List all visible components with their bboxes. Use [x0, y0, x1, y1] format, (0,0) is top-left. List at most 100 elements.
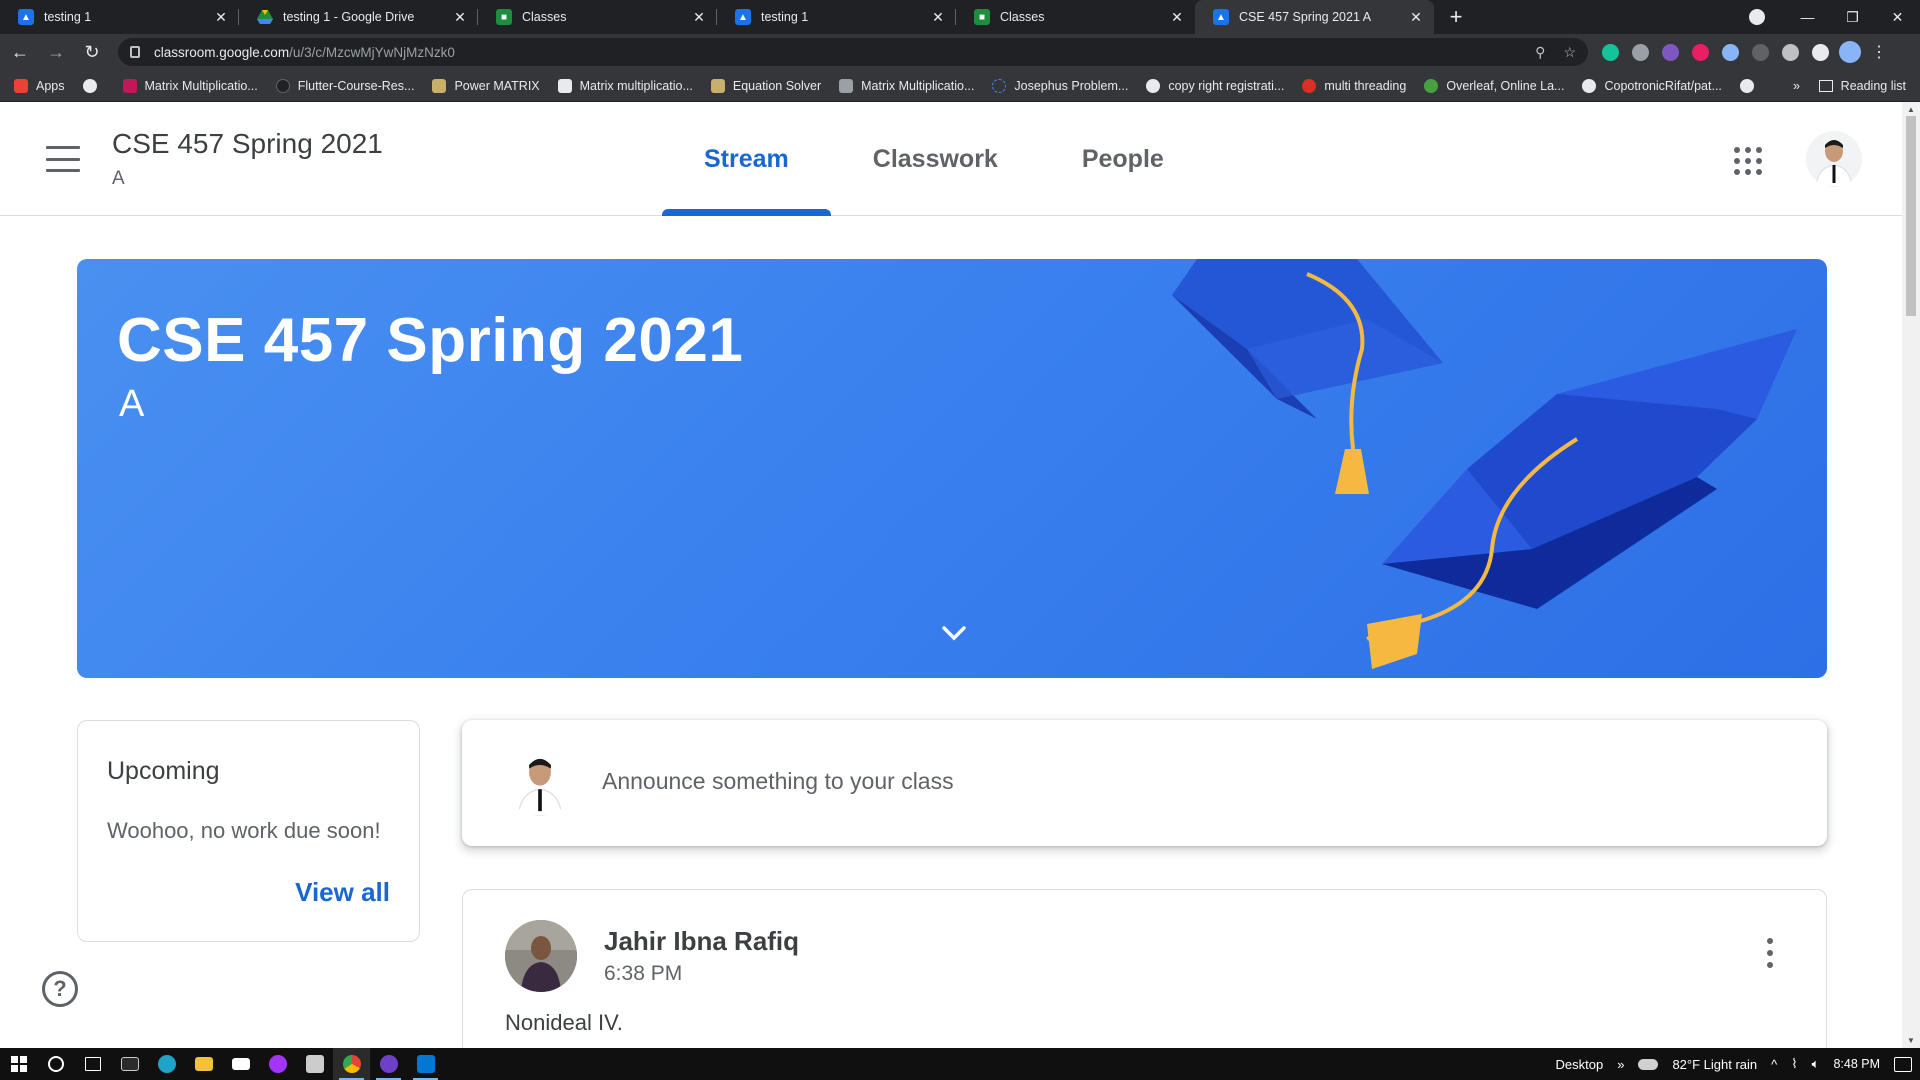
taskbar-app[interactable] — [111, 1048, 148, 1080]
start-button[interactable] — [0, 1048, 37, 1080]
tab-classwork[interactable]: Classwork — [831, 102, 1040, 216]
search-button[interactable] — [37, 1048, 74, 1080]
bookmark-item[interactable]: Matrix Multiplicatio... — [122, 78, 258, 93]
windows-logo-icon — [10, 1056, 27, 1072]
play-extension-icon[interactable] — [1692, 43, 1709, 61]
class-title[interactable]: CSE 457 Spring 2021 — [112, 128, 383, 160]
tab-close-icon[interactable]: ✕ — [930, 9, 946, 25]
camera-extension-icon[interactable] — [1632, 43, 1649, 61]
bookmark-item[interactable]: CopotronicRifat/pat... — [1582, 78, 1722, 93]
globe-icon — [1739, 78, 1754, 93]
taskbar-app[interactable] — [370, 1048, 407, 1080]
account-avatar[interactable] — [1806, 131, 1862, 187]
reload-icon[interactable]: ↻ — [76, 36, 108, 68]
minimize-icon[interactable]: — — [1785, 9, 1830, 25]
bookmark-item[interactable] — [1739, 78, 1762, 93]
view-all-link[interactable]: View all — [295, 877, 390, 908]
bookmark-item[interactable]: Power MATRIX — [432, 78, 540, 93]
zoom-icon[interactable]: ⚲ — [1535, 44, 1545, 61]
volume-icon[interactable]: 🔈︎ — [1812, 1056, 1820, 1072]
tab-search-icon[interactable] — [1749, 9, 1765, 25]
announce-box[interactable]: Announce something to your class — [462, 720, 1827, 846]
tab-close-icon[interactable]: ✕ — [1408, 9, 1424, 25]
browser-tab-active[interactable]: ▲ CSE 457 Spring 2021 A ✕ — [1195, 0, 1434, 34]
bookmark-item[interactable]: Equation Solver — [710, 78, 821, 93]
new-tab-icon[interactable]: + — [1442, 3, 1470, 31]
notifications-icon[interactable] — [1894, 1056, 1912, 1072]
desktop-toolbar-label[interactable]: Desktop — [1556, 1057, 1604, 1072]
github-icon — [275, 78, 290, 93]
tab-people[interactable]: People — [1040, 102, 1206, 216]
scrollbar-thumb[interactable] — [1906, 116, 1916, 316]
browser-tab[interactable]: ▲ testing 1 ✕ — [0, 0, 239, 34]
forward-arrow-icon[interactable]: → — [40, 36, 72, 68]
bookmark-item[interactable]: Matrix Multiplicatio... — [839, 78, 974, 93]
puzzle-extensions-icon[interactable] — [1812, 43, 1829, 61]
pen-extension-icon[interactable] — [1782, 43, 1799, 61]
profile-avatar-icon[interactable] — [1839, 41, 1861, 63]
extension-icon[interactable] — [1662, 43, 1679, 61]
bookmark-item[interactable]: Matrix multiplicatio... — [557, 78, 693, 93]
weather-cloud-icon[interactable] — [1638, 1058, 1659, 1070]
toolbar-overflow-icon[interactable]: » — [1617, 1057, 1624, 1072]
extension-icon[interactable] — [1752, 43, 1769, 61]
restore-icon[interactable]: ❐ — [1830, 9, 1875, 26]
bookmark-item[interactable] — [82, 78, 105, 93]
taskbar-app[interactable] — [148, 1048, 185, 1080]
browser-tab[interactable]: ■ Classes ✕ — [956, 0, 1195, 34]
profile-favicon-icon: ▲ — [735, 9, 751, 25]
browser-tab[interactable]: ▲ testing 1 ✕ — [717, 0, 956, 34]
post-more-options-icon[interactable] — [1766, 938, 1774, 968]
bookmark-item[interactable]: multi threading — [1302, 78, 1406, 93]
taskbar-app[interactable] — [296, 1048, 333, 1080]
bookmark-item[interactable]: Josephus Problem... — [992, 78, 1128, 93]
bookmark-star-icon[interactable]: ☆ — [1563, 44, 1576, 61]
taskbar-app-chrome[interactable] — [333, 1048, 370, 1080]
taskbar-app[interactable] — [222, 1048, 259, 1080]
tab-title: Classes — [522, 10, 567, 24]
upcoming-message: Woohoo, no work due soon! — [107, 818, 381, 843]
bookmark-apps[interactable]: Apps — [14, 78, 65, 93]
lock-icon[interactable] — [130, 46, 140, 58]
close-window-icon[interactable]: ✕ — [1875, 9, 1920, 26]
browser-tab[interactable]: testing 1 - Google Drive ✕ — [239, 0, 478, 34]
profile-favicon-icon: ▲ — [1213, 9, 1229, 25]
reading-list-button[interactable]: Reading list — [1818, 79, 1906, 93]
scroll-up-icon[interactable]: ▲ — [1907, 105, 1915, 114]
chevron-down-icon[interactable] — [939, 623, 969, 643]
tray-expand-icon[interactable]: ^ — [1771, 1057, 1777, 1072]
tab-stream[interactable]: Stream — [662, 102, 831, 216]
bookmarks-overflow-icon[interactable]: » — [1793, 79, 1800, 93]
bookmark-item[interactable]: copy right registrati... — [1146, 78, 1284, 93]
back-arrow-icon[interactable]: ← — [4, 36, 36, 68]
tab-close-icon[interactable]: ✕ — [1169, 9, 1185, 25]
download-extension-icon[interactable] — [1722, 43, 1739, 61]
tab-close-icon[interactable]: ✕ — [213, 9, 229, 25]
bookmark-item[interactable]: Overleaf, Online La... — [1424, 78, 1564, 93]
upcoming-title: Upcoming — [107, 757, 220, 785]
tab-close-icon[interactable]: ✕ — [691, 9, 707, 25]
taskbar-app[interactable] — [259, 1048, 296, 1080]
google-apps-icon[interactable] — [1734, 147, 1762, 175]
banner-class-title: CSE 457 Spring 2021 — [117, 306, 744, 375]
taskbar-app[interactable] — [185, 1048, 222, 1080]
chrome-menu-icon[interactable]: ⋮ — [1871, 42, 1887, 62]
task-view-icon — [84, 1057, 101, 1071]
grammarly-extension-icon[interactable] — [1602, 43, 1619, 61]
address-bar[interactable]: classroom.google.com/u/3/c/MzcwMjYwNjMzN… — [118, 38, 1588, 66]
extensions-area — [1602, 43, 1829, 61]
browser-tab[interactable]: ■ Classes ✕ — [478, 0, 717, 34]
main-menu-icon[interactable] — [46, 146, 80, 172]
reading-list-icon — [1818, 79, 1833, 92]
window-controls: — ❐ ✕ — [1749, 0, 1920, 34]
task-view-button[interactable] — [74, 1048, 111, 1080]
bookmark-item[interactable]: Flutter-Course-Res... — [275, 78, 414, 93]
clock[interactable]: 8:48 PM — [1833, 1057, 1880, 1071]
help-icon[interactable]: ? — [42, 971, 78, 1007]
network-icon[interactable]: ⌇ — [1791, 1056, 1797, 1072]
scroll-down-icon[interactable]: ▼ — [1907, 1036, 1915, 1045]
tab-close-icon[interactable]: ✕ — [452, 9, 468, 25]
taskbar-app[interactable] — [407, 1048, 444, 1080]
page-scrollbar[interactable]: ▲ ▼ — [1902, 102, 1920, 1048]
weather-text[interactable]: 82°F Light rain — [1672, 1057, 1757, 1072]
